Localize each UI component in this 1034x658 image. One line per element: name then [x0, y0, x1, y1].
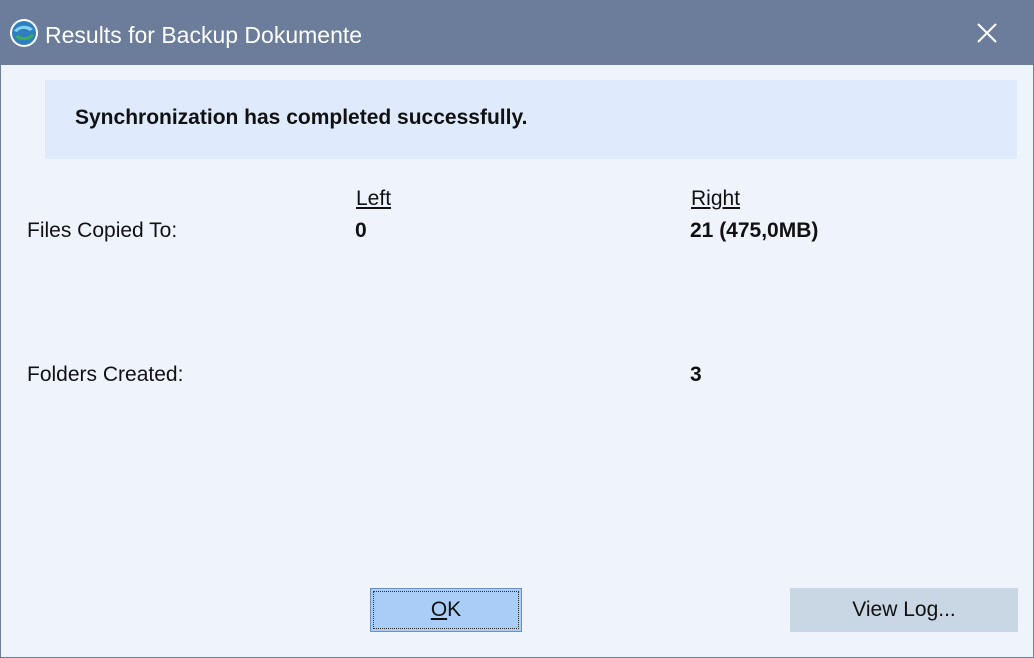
row-label-folders-created: Folders Created: [27, 363, 184, 386]
ok-button-label: K [447, 598, 462, 621]
window-title: Results for Backup Dokumente [45, 22, 363, 48]
view-log-button[interactable]: View Log... [790, 588, 1018, 632]
close-icon [977, 23, 997, 43]
results-dialog: Results for Backup Dokumente Synchroniza… [0, 0, 1034, 658]
close-button[interactable] [961, 13, 1013, 53]
ok-button-mnemonic: O [430, 598, 448, 621]
title-bar[interactable]: Results for Backup Dokumente [1, 1, 1033, 65]
row-label-files-copied: Files Copied To: [27, 219, 178, 242]
folders-created-right-value: 3 [690, 363, 702, 386]
files-copied-left-value: 0 [355, 219, 367, 242]
column-header-left: Left [356, 187, 392, 210]
ok-button[interactable]: OK [370, 588, 522, 632]
files-copied-right-value: 21 (475,0MB) [690, 219, 819, 242]
status-message: Synchronization has completed successful… [75, 106, 528, 129]
column-header-right: Right [691, 187, 741, 210]
sync-app-icon [9, 18, 39, 48]
status-banner: Synchronization has completed successful… [45, 80, 1017, 159]
